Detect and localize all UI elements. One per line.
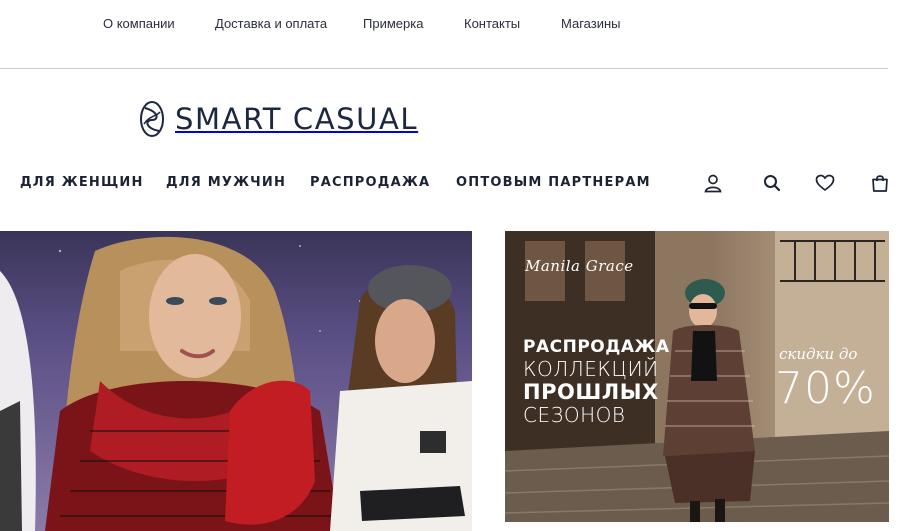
sale-line-1: РАСПРОДАЖА <box>523 337 670 357</box>
top-nav-link-contacts[interactable]: Контакты <box>464 16 520 31</box>
site-logo[interactable]: SMART CASUAL <box>137 98 418 140</box>
bag-icon[interactable] <box>869 172 891 194</box>
user-icon[interactable] <box>702 172 724 194</box>
top-nav-link-fitting[interactable]: Примерка <box>363 16 423 31</box>
top-nav-link-stores[interactable]: Магазины <box>561 16 621 31</box>
hero-banner-women[interactable] <box>0 231 472 531</box>
search-icon[interactable] <box>761 172 783 194</box>
main-nav-women[interactable]: ДЛЯ ЖЕНЩИН <box>20 175 144 190</box>
sale-line-2: КОЛЛЕКЦИЙ <box>523 357 659 381</box>
top-nav-link-delivery[interactable]: Доставка и оплата <box>215 16 327 31</box>
heart-icon[interactable] <box>814 172 836 194</box>
discount-value: 70% <box>775 363 876 414</box>
main-nav-sale[interactable]: РАСПРОДАЖА <box>310 175 430 190</box>
logo-wordmark: SMART CASUAL <box>175 102 419 136</box>
top-nav-link-about[interactable]: О компании <box>103 16 175 31</box>
top-utility-nav: О компании Доставка и оплата Примерка Ко… <box>0 0 900 48</box>
sale-line-3: ПРОШЛЫХ <box>523 380 659 404</box>
sale-headline: РАСПРОДАЖА КОЛЛЕКЦИЙ ПРОШЛЫХ СЕЗОНОВ <box>523 337 670 426</box>
hero-banner-image <box>0 236 472 531</box>
brand-name: Manila Grace <box>525 257 634 275</box>
discount-label: скидки до <box>779 345 858 363</box>
main-nav-men[interactable]: ДЛЯ МУЖЧИН <box>166 175 286 190</box>
main-nav-wholesale[interactable]: ОПТОВЫМ ПАРТНЕРАМ <box>456 175 651 190</box>
sale-line-4: СЕЗОНОВ <box>523 403 626 427</box>
header-divider <box>0 68 888 69</box>
knot-logo-icon <box>140 101 164 137</box>
sale-banner[interactable]: Manila Grace РАСПРОДАЖА КОЛЛЕКЦИЙ ПРОШЛЫ… <box>505 231 889 522</box>
